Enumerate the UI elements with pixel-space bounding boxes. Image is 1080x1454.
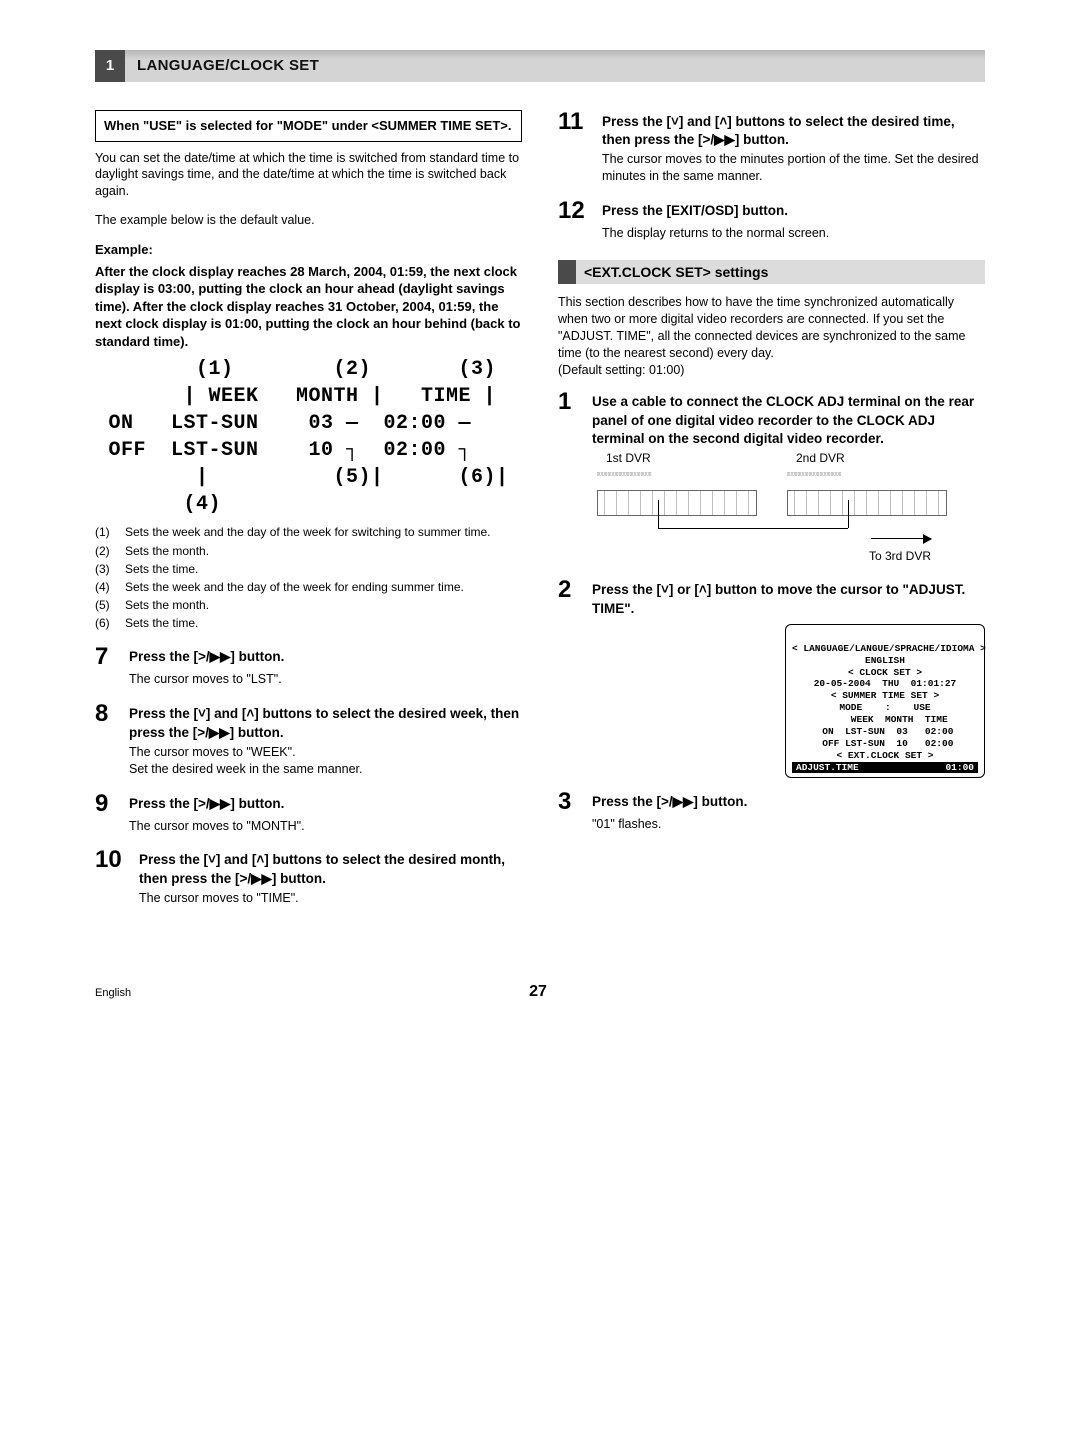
step-9: 9 Press the [>/▶▶] button.: [95, 792, 522, 816]
ext-intro: This section describes how to have the t…: [558, 294, 985, 378]
osd-selected-row: ADJUST.TIME01:00: [792, 762, 978, 774]
page-header: 1 LANGUAGE/CLOCK SET: [95, 50, 985, 82]
dvr-diagram: ▯▯▯▯▯▯▯▯▯▯▯▯▯▯▯▯▯▯▯▯ ▯▯▯▯▯▯▯▯▯▯▯▯▯▯▯▯▯▯▯…: [558, 472, 985, 516]
dvr-spec-icon: ▯▯▯▯▯▯▯▯▯▯▯▯▯▯▯▯▯▯▯▯: [787, 472, 947, 480]
legend-item: (1)Sets the week and the day of the week…: [95, 524, 522, 540]
step-body: "01" flashes.: [592, 816, 985, 833]
step-number: 2: [558, 578, 592, 617]
step-body: The cursor moves to the minutes portion …: [602, 151, 985, 185]
to-3rd-dvr-label: To 3rd DVR: [558, 548, 931, 564]
legend-item: (6)Sets the time.: [95, 615, 522, 631]
step-body: The display returns to the normal screen…: [602, 225, 985, 242]
step-12: 12 Press the [EXIT/OSD] button.: [558, 199, 985, 223]
legend-item: (2)Sets the month.: [95, 543, 522, 559]
step-heading: Press the [˅] and [˄] buttons to select …: [602, 110, 985, 149]
legend-item: (4)Sets the week and the day of the week…: [95, 579, 522, 595]
step-heading: Press the [>/▶▶] button.: [592, 790, 747, 814]
dvr-caption-1: 1st DVR: [606, 450, 766, 466]
osd-screen: < LANGUAGE/LANGUE/SPRACHE/IDIOMA > ENGLI…: [785, 624, 985, 779]
osd-line: < EXT.CLOCK SET >: [837, 750, 934, 761]
dvr-spec-icon: ▯▯▯▯▯▯▯▯▯▯▯▯▯▯▯▯▯▯▯▯: [597, 472, 757, 480]
wire-icon: [658, 500, 659, 528]
step-8: 8 Press the [˅] and [˄] buttons to selec…: [95, 702, 522, 741]
step-heading: Use a cable to connect the CLOCK ADJ ter…: [592, 390, 985, 448]
step-number: 9: [95, 792, 129, 816]
step-number: 3: [558, 790, 592, 814]
step-10: 10 Press the [˅] and [˄] buttons to sele…: [95, 848, 522, 887]
example-label: Example:: [95, 241, 522, 259]
step-heading: Press the [EXIT/OSD] button.: [602, 199, 788, 223]
step-number: 1: [558, 390, 592, 448]
dvr-panel-icon: [787, 490, 947, 516]
step-7: 7 Press the [>/▶▶] button.: [95, 645, 522, 669]
step-body: The cursor moves to "WEEK". Set the desi…: [129, 744, 522, 778]
osd-line: MODE : USE: [839, 702, 930, 713]
step-number: 8: [95, 702, 129, 741]
dvr-captions: 1st DVR 2nd DVR: [606, 450, 985, 466]
step-number: 11: [558, 110, 602, 149]
sub-section-header: <EXT.CLOCK SET> settings: [558, 260, 985, 284]
step-body: The cursor moves to "MONTH".: [129, 818, 522, 835]
wire-icon: [848, 500, 849, 528]
wire-icon: [658, 528, 848, 529]
dvr-unit: ▯▯▯▯▯▯▯▯▯▯▯▯▯▯▯▯▯▯▯▯: [787, 472, 947, 516]
osd-line: OFF LST-SUN 10 02:00: [817, 738, 954, 749]
boxed-note: When "USE" is selected for "MODE" under …: [95, 110, 522, 142]
osd-line: ENGLISH: [865, 655, 905, 666]
step-heading: Press the [˅] and [˄] buttons to select …: [129, 702, 522, 741]
dvr-connection: [558, 518, 985, 548]
lcd-display: (1) (2) (3) | WEEK MONTH | TIME | ON LST…: [108, 356, 508, 518]
step-number: 7: [95, 645, 129, 669]
footer-language: English: [95, 986, 131, 1001]
step-number: 10: [95, 848, 139, 887]
dvr-caption-2: 2nd DVR: [796, 450, 845, 466]
legend-item: (5)Sets the month.: [95, 597, 522, 613]
step-3: 3 Press the [>/▶▶] button.: [558, 790, 985, 814]
step-body: The cursor moves to "LST".: [129, 671, 522, 688]
osd-line: < CLOCK SET >: [848, 667, 922, 678]
step-body: The cursor moves to "TIME".: [139, 890, 522, 907]
legend-list: (1)Sets the week and the day of the week…: [95, 524, 522, 631]
section-number: 1: [95, 50, 125, 82]
osd-line: < SUMMER TIME SET >: [831, 690, 939, 701]
step-heading: Press the [˅] and [˄] buttons to select …: [139, 848, 522, 887]
dvr-unit: ▯▯▯▯▯▯▯▯▯▯▯▯▯▯▯▯▯▯▯▯: [597, 472, 757, 516]
step-11: 11 Press the [˅] and [˄] buttons to sele…: [558, 110, 985, 149]
example-note: The example below is the default value.: [95, 212, 522, 229]
section-title: LANGUAGE/CLOCK SET: [125, 50, 985, 82]
step-1: 1 Use a cable to connect the CLOCK ADJ t…: [558, 390, 985, 448]
osd-line: 20-05-2004 THU 01:01:27: [814, 678, 957, 689]
right-column: 11 Press the [˅] and [˄] buttons to sele…: [558, 110, 985, 921]
legend-item: (3)Sets the time.: [95, 561, 522, 577]
sub-header-block: [558, 260, 576, 284]
osd-line: ON LST-SUN 03 02:00: [817, 726, 954, 737]
intro-text: You can set the date/time at which the t…: [95, 150, 522, 201]
example-description: After the clock display reaches 28 March…: [95, 263, 522, 351]
left-column: When "USE" is selected for "MODE" under …: [95, 110, 522, 921]
osd-line: < LANGUAGE/LANGUE/SPRACHE/IDIOMA >: [792, 643, 986, 654]
step-heading: Press the [˅] or [˄] button to move the …: [592, 578, 985, 617]
page-footer: English 27: [95, 981, 985, 1003]
arrow-right-icon: [871, 538, 931, 539]
step-heading: Press the [>/▶▶] button.: [129, 792, 284, 816]
sub-header-title: <EXT.CLOCK SET> settings: [576, 260, 985, 284]
osd-line: WEEK MONTH TIME: [822, 714, 947, 725]
step-2: 2 Press the [˅] or [˄] button to move th…: [558, 578, 985, 617]
page-number: 27: [529, 981, 547, 1003]
step-number: 12: [558, 199, 602, 223]
dvr-panel-icon: [597, 490, 757, 516]
step-heading: Press the [>/▶▶] button.: [129, 645, 284, 669]
